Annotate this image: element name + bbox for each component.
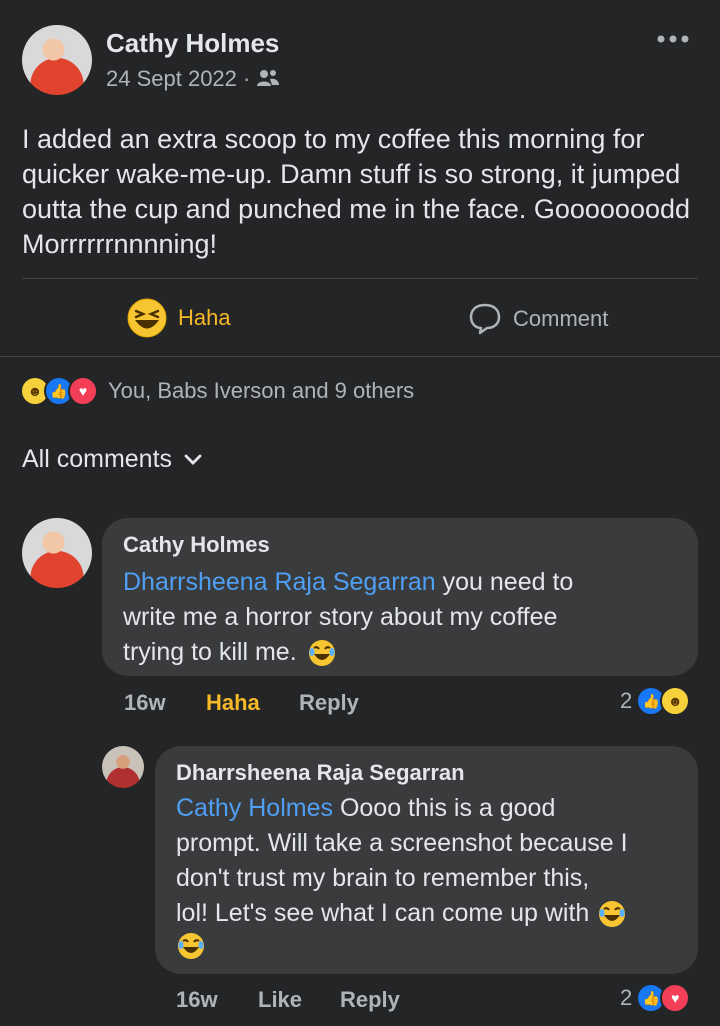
reply-reply-button[interactable]: Reply (340, 987, 400, 1013)
haha-button[interactable]: Haha (126, 297, 231, 339)
reply-time: 16w (176, 987, 218, 1012)
reply-reaction-count[interactable]: 2 👍 ♥ (620, 983, 691, 1013)
comments-filter-label: All comments (22, 445, 173, 473)
laughing-emoji-icon (599, 900, 626, 927)
comment-time: 16w (124, 690, 166, 715)
replier-avatar[interactable] (102, 746, 144, 788)
comment-text: write me a horror story about my coffee (123, 603, 558, 631)
comment-haha-button[interactable]: Haha (206, 690, 260, 716)
divider (0, 356, 720, 357)
comment-text: you need to (435, 568, 574, 596)
reply-bubble: Dharrsheena Raja Segarran Cathy Holmes O… (155, 746, 698, 974)
reply-text: don't trust my brain to remember this, (176, 864, 590, 892)
comment-reply-button[interactable]: Reply (299, 690, 359, 716)
reactions-summary[interactable]: ☻ 👍 ♥ You, Babs Iverson and 9 others (20, 376, 414, 406)
reply-text: lol! Let's see what I can come up with (176, 899, 590, 927)
comment-text: trying to kill me. (123, 638, 297, 666)
divider (22, 278, 698, 279)
post-author[interactable]: Cathy Holmes (106, 28, 279, 59)
love-reaction-icon: ♥ (68, 376, 98, 406)
post-date[interactable]: 24 Sept 2022 · (106, 66, 250, 92)
author-avatar[interactable] (22, 25, 92, 95)
post-body: I added an extra scoop to my coffee this… (22, 124, 691, 259)
laughing-emoji-icon (308, 639, 335, 666)
laughing-emoji-icon (178, 933, 204, 959)
comment-bubble: Cathy Holmes Dharrsheena Raja Segarran y… (102, 518, 698, 676)
friends-icon (257, 70, 279, 86)
reaction-count: 2 (620, 985, 633, 1010)
commenter-avatar[interactable] (22, 518, 92, 588)
chevron-down-icon (184, 454, 202, 465)
comment-button[interactable]: Comment (468, 302, 608, 336)
comment-reaction-count[interactable]: 2 👍 ☻ (620, 686, 691, 716)
reply-author[interactable]: Dharrsheena Raja Segarran (176, 760, 465, 786)
haha-label: Haha (178, 305, 231, 330)
comment-icon (469, 303, 501, 335)
comments-filter[interactable]: All comments (22, 445, 202, 474)
haha-reaction-icon: ☻ (660, 686, 691, 716)
haha-emoji-icon (127, 298, 167, 338)
mention-link[interactable]: Dharrsheena Raja Segarran (123, 568, 436, 596)
reply-text: Oooo this is a good (333, 794, 556, 822)
reply-like-button[interactable]: Like (258, 987, 302, 1013)
comment-author[interactable]: Cathy Holmes (123, 532, 270, 558)
comment-label: Comment (513, 306, 609, 331)
love-reaction-icon: ♥ (660, 983, 691, 1013)
reactions-summary-text: You, Babs Iverson and 9 others (108, 378, 415, 403)
reply-text: prompt. Will take a screenshot because I (176, 829, 628, 857)
reaction-count: 2 (620, 688, 633, 713)
mention-link[interactable]: Cathy Holmes (176, 794, 333, 822)
more-dots-icon[interactable] (656, 33, 690, 45)
